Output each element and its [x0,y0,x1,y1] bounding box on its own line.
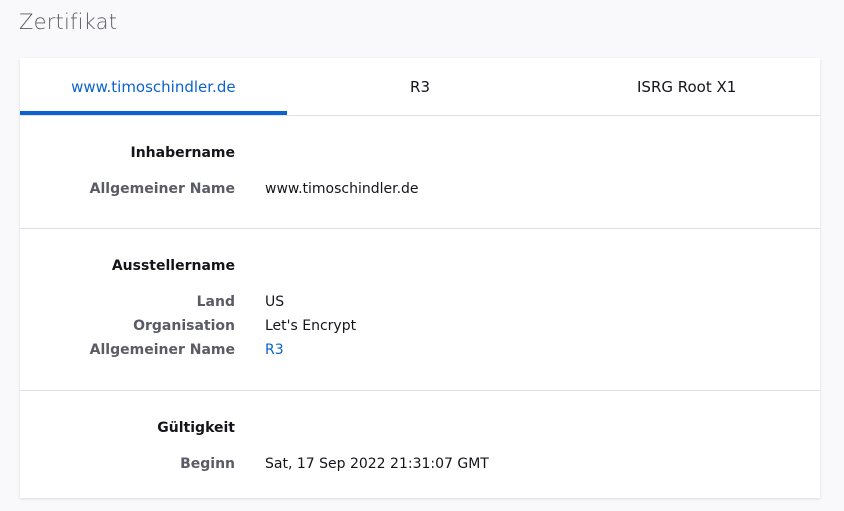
issuer-common-name-label: Allgemeiner Name [89,342,235,358]
validity-begin-value: Sat, 17 Sep 2022 21:31:07 GMT [265,456,489,472]
issuer-common-name-link[interactable]: R3 [265,342,284,358]
subject-name-heading: Inhabername [130,145,235,161]
issuer-common-name-row: Allgemeiner Name R3 [20,342,820,362]
validity-section: Gültigkeit Beginn Sat, 17 Sep 2022 21:31… [20,391,820,511]
issuer-organization-row: Organisation Let's Encrypt [20,318,820,338]
validity-begin-label: Beginn [180,456,235,472]
tab-www-timoschindler-de[interactable]: www.timoschindler.de [20,58,287,115]
issuer-organization-value: Let's Encrypt [265,318,357,334]
issuer-organization-label: Organisation [133,318,235,334]
certificate-tabs: www.timoschindler.de R3 ISRG Root X1 [20,58,820,116]
subject-common-name-row: Allgemeiner Name www.timoschindler.de [20,181,820,201]
subject-common-name-value: www.timoschindler.de [265,181,419,197]
issuer-country-row: Land US [20,294,820,314]
tab-r3[interactable]: R3 [287,58,554,115]
issuer-country-label: Land [196,294,235,310]
issuer-country-value: US [265,294,285,310]
issuer-name-heading: Ausstellername [111,258,235,274]
issuer-name-section: Ausstellername Land US Organisation Let'… [20,229,820,391]
tab-isrg-root-x1[interactable]: ISRG Root X1 [553,58,820,115]
subject-common-name-label: Allgemeiner Name [89,181,235,197]
page-title: Zertifikat [19,10,118,34]
subject-name-section: Inhabername Allgemeiner Name www.timosch… [20,116,820,229]
validity-heading: Gültigkeit [157,420,235,436]
validity-begin-row: Beginn Sat, 17 Sep 2022 21:31:07 GMT [20,456,820,476]
certificate-card: www.timoschindler.de R3 ISRG Root X1 Inh… [20,58,820,498]
